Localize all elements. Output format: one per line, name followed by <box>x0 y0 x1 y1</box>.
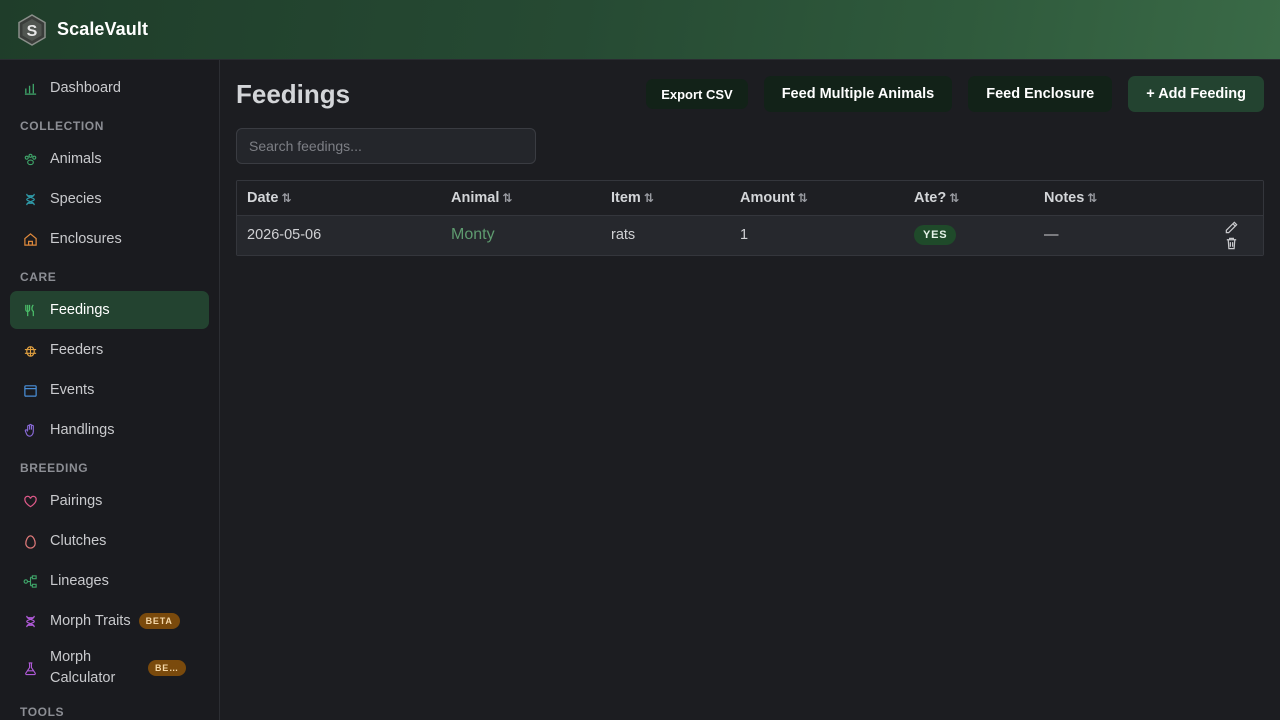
cell-animal: Monty <box>441 215 601 255</box>
table-header-row: Date ⇅ Animal ⇅ Item ⇅ Amount ⇅ Ate? ⇅ Notes ⇅ <box>237 181 1263 216</box>
egg-icon <box>22 533 38 549</box>
column-header-label: Notes <box>1044 189 1085 206</box>
sidebar-item-label: Events <box>50 382 95 398</box>
table-row[interactable]: 2026-05-06 Monty rats 1 YES — <box>237 215 1263 255</box>
sort-icon[interactable]: ⇅ <box>949 191 959 205</box>
home-icon <box>22 231 38 247</box>
column-header-actions <box>1174 181 1263 216</box>
cell-notes: — <box>1034 215 1174 255</box>
calendar-icon <box>22 382 38 398</box>
sidebar-item-handlings[interactable]: Handlings <box>10 411 209 449</box>
beta-badge: BETA <box>148 660 186 676</box>
sort-icon[interactable]: ⇅ <box>502 191 512 205</box>
column-header-label: Animal <box>451 189 500 206</box>
column-header-amount[interactable]: Amount ⇅ <box>730 181 904 216</box>
beta-badge: BETA <box>138 613 180 629</box>
sidebar-item-label: Pairings <box>50 493 103 509</box>
sidebar-item-species[interactable]: Species <box>10 180 209 218</box>
sidebar-item-label: Lineages <box>50 573 109 589</box>
app-title[interactable]: ScaleVault <box>57 19 148 40</box>
edit-pencil-icon[interactable] <box>1223 219 1239 235</box>
ate-status-badge: YES <box>914 225 957 246</box>
section-title-care: CARE <box>20 270 57 284</box>
svg-text:S: S <box>27 23 38 40</box>
export-csv-button[interactable]: Export CSV <box>646 79 748 109</box>
sidebar-item-lineages[interactable]: Lineages <box>10 562 209 600</box>
flask-icon <box>22 660 38 676</box>
sidebar-item-enclosures[interactable]: Enclosures <box>10 220 209 258</box>
column-header-date[interactable]: Date ⇅ <box>237 181 441 216</box>
sidebar-item-label: Feeders <box>50 342 104 358</box>
search-input[interactable] <box>236 128 536 164</box>
sidebar-item-label: Morph Calculator <box>50 649 116 686</box>
sidebar-item-label: Feedings <box>50 302 110 318</box>
sort-icon[interactable]: ⇅ <box>798 191 808 205</box>
sort-icon[interactable]: ⇅ <box>644 191 654 205</box>
column-header-notes[interactable]: Notes ⇅ <box>1034 181 1174 216</box>
add-feeding-button[interactable]: + Add Feeding <box>1128 76 1264 112</box>
hand-icon <box>22 422 38 438</box>
column-header-ate[interactable]: Ate? ⇅ <box>904 181 1034 216</box>
sort-icon[interactable]: ⇅ <box>1087 191 1097 205</box>
paw-icon <box>22 151 38 167</box>
delete-trash-icon[interactable] <box>1223 235 1239 251</box>
sidebar-item-feeders[interactable]: Feeders <box>10 331 209 369</box>
feed-multiple-animals-button[interactable]: Feed Multiple Animals <box>763 76 953 112</box>
column-header-label: Date <box>247 189 279 206</box>
animal-link[interactable]: Monty <box>451 226 495 243</box>
sidebar-item-label: Morph Traits <box>50 613 131 629</box>
cell-amount: 1 <box>730 215 904 255</box>
sidebar-item-clutches[interactable]: Clutches <box>10 522 209 560</box>
column-header-label: Item <box>611 189 641 206</box>
sidebar-item-label: Dashboard <box>50 80 121 96</box>
cell-item: rats <box>601 215 730 255</box>
bug-icon <box>22 342 38 358</box>
heart-icon <box>22 493 38 509</box>
feed-enclosure-button[interactable]: Feed Enclosure <box>968 76 1113 112</box>
sidebar-item-morph-traits[interactable]: Morph Traits BETA <box>10 602 209 640</box>
column-header-label: Ate? <box>914 189 947 206</box>
column-header-item[interactable]: Item ⇅ <box>601 181 730 216</box>
sidebar-item-label: Handlings <box>50 422 115 438</box>
sidebar-item-label: Enclosures <box>50 231 122 247</box>
feedings-table: Date ⇅ Animal ⇅ Item ⇅ Amount ⇅ Ate? ⇅ Notes ⇅… <box>236 180 1264 256</box>
app-logo-icon[interactable]: S <box>16 13 48 46</box>
sidebar: Dashboard COLLECTION Animals Species Enc… <box>0 60 220 720</box>
sidebar-item-events[interactable]: Events <box>10 371 209 409</box>
sidebar-item-label: Species <box>50 191 102 207</box>
tree-icon <box>22 573 38 589</box>
bar-chart-icon <box>22 80 38 96</box>
cell-date: 2026-05-06 <box>237 215 441 255</box>
sort-icon[interactable]: ⇅ <box>281 191 291 205</box>
sidebar-item-feedings[interactable]: Feedings <box>10 291 209 329</box>
cell-ate: YES <box>904 215 1034 255</box>
action-bar: Export CSV Feed Multiple Animals Feed En… <box>630 76 1264 112</box>
cell-actions <box>1174 215 1263 255</box>
column-header-label: Amount <box>740 189 795 206</box>
section-title-collection: COLLECTION <box>20 119 104 133</box>
section-title-breeding: BREEDING <box>20 461 89 475</box>
top-bar: S ScaleVault <box>0 0 1280 60</box>
sidebar-item-pairings[interactable]: Pairings <box>10 482 209 520</box>
sidebar-item-dashboard[interactable]: Dashboard <box>10 69 209 107</box>
dna-icon <box>22 613 38 629</box>
sidebar-item-animals[interactable]: Animals <box>10 140 209 178</box>
column-header-animal[interactable]: Animal ⇅ <box>441 181 601 216</box>
page-title: Feedings <box>236 79 351 109</box>
sidebar-item-label: Animals <box>50 151 102 167</box>
dna-icon <box>22 191 38 207</box>
sidebar-item-label: Clutches <box>50 533 107 549</box>
section-title-tools: TOOLS <box>20 705 65 719</box>
utensils-icon <box>22 302 38 318</box>
sidebar-item-morph-calculator[interactable]: Morph Calculator BETA <box>10 645 209 691</box>
